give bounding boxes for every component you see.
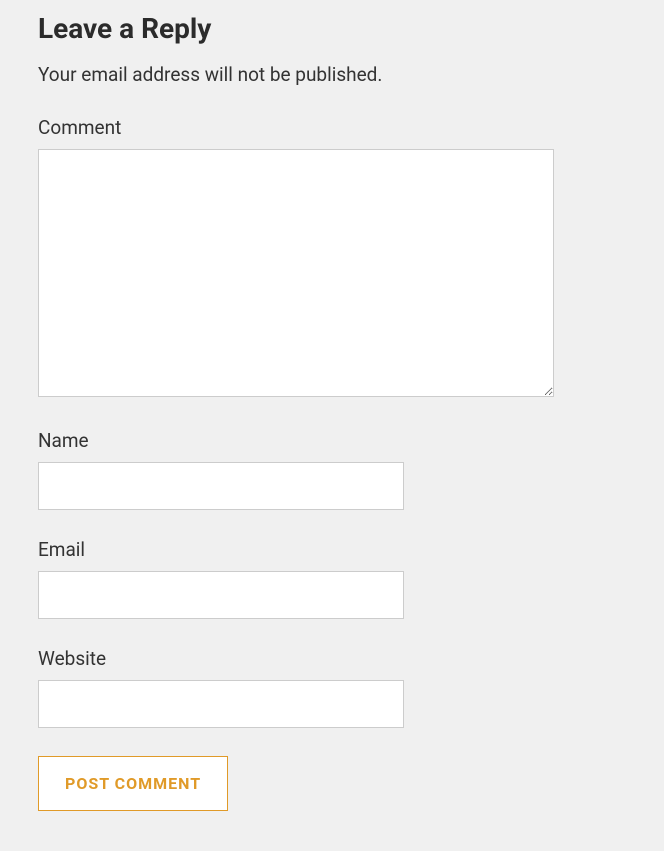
email-label: Email xyxy=(38,538,626,561)
form-title: Leave a Reply xyxy=(38,12,626,45)
website-label: Website xyxy=(38,647,626,670)
email-input[interactable] xyxy=(38,571,404,619)
name-field-group: Name xyxy=(38,429,626,510)
website-field-group: Website xyxy=(38,647,626,728)
name-input[interactable] xyxy=(38,462,404,510)
form-note: Your email address will not be published… xyxy=(38,63,626,86)
comment-label: Comment xyxy=(38,116,626,139)
email-field-group: Email xyxy=(38,538,626,619)
name-label: Name xyxy=(38,429,626,452)
comment-field-group: Comment xyxy=(38,116,626,401)
comment-textarea[interactable] xyxy=(38,149,554,397)
website-input[interactable] xyxy=(38,680,404,728)
